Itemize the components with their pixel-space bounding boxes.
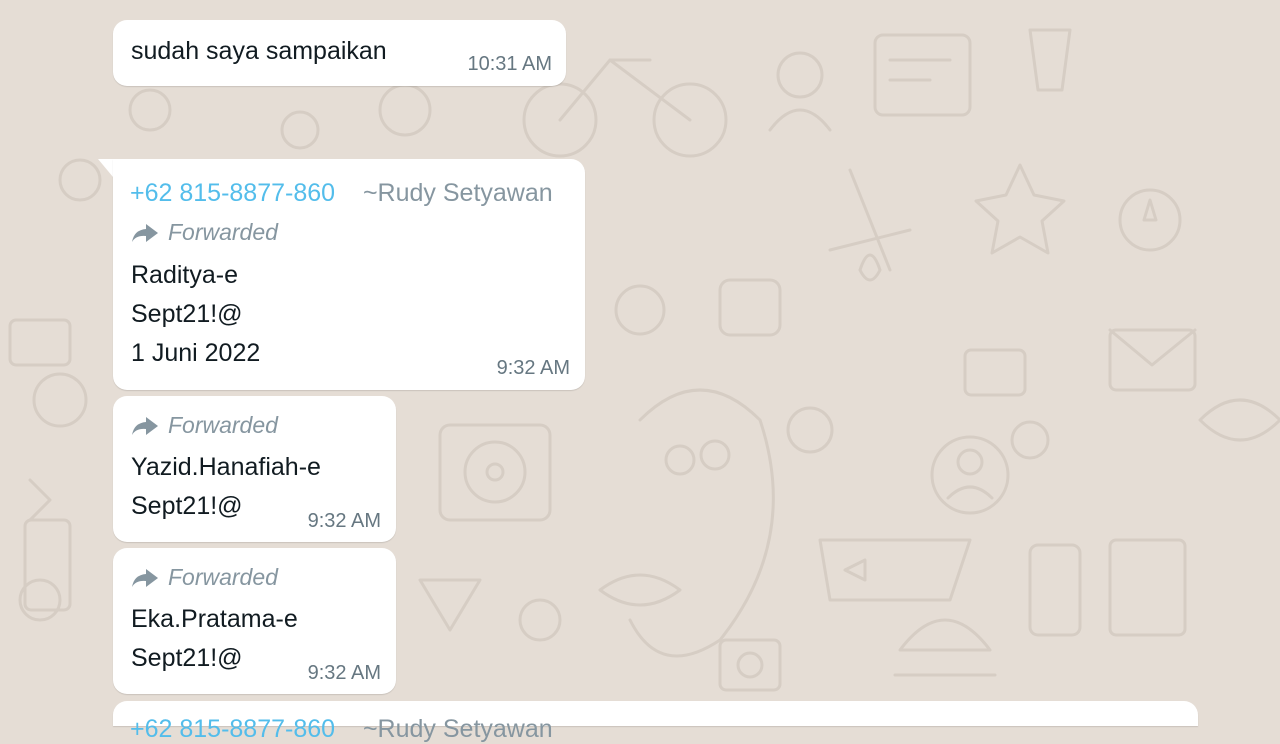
message-bubble[interactable]: +62 815-8877-860 ~Rudy Setyawan Forwarde…: [113, 159, 585, 390]
sender-phone[interactable]: +62 815-8877-860: [130, 179, 335, 207]
sender-name: ~Rudy Setyawan: [362, 715, 553, 743]
forwarded-text: Forwarded: [168, 564, 278, 590]
sender-name: ~Rudy Setyawan: [362, 179, 553, 207]
message-line: 1 Juni 2022: [131, 339, 261, 367]
message-timestamp: 9:32 AM: [307, 510, 381, 532]
forward-arrow-icon: [132, 416, 158, 435]
message-text: sudah saya sampaikan: [131, 37, 387, 65]
message-line: Sept21!@: [131, 644, 243, 672]
message-timestamp: 9:32 AM: [307, 662, 381, 684]
sender-phone[interactable]: +62 815-8877-860: [130, 715, 335, 743]
forward-arrow-icon: [132, 568, 158, 587]
message-line: Sept21!@: [131, 492, 243, 520]
forwarded-label: Forwarded: [130, 412, 278, 439]
message-line: Raditya-e: [131, 261, 238, 289]
sender-line: +62 815-8877-860 ~Rudy Setyawan: [130, 715, 553, 744]
message-line: Yazid.Hanafiah-e: [131, 453, 321, 481]
message-timestamp: 9:32 AM: [496, 357, 570, 379]
message-bubble[interactable]: +62 815-8877-860 ~Rudy Setyawan: [113, 701, 1198, 743]
message-timestamp: 10:31 AM: [467, 53, 552, 75]
message-bubble[interactable]: sudah saya sampaikan 10:31 AM: [113, 20, 566, 86]
forward-arrow-icon: [132, 223, 158, 242]
message-line: Eka.Pratama-e: [131, 605, 298, 633]
forwarded-label: Forwarded: [130, 564, 278, 591]
sender-line: +62 815-8877-860 ~Rudy Setyawan: [130, 179, 553, 208]
forwarded-text: Forwarded: [168, 412, 278, 438]
message-line: Sept21!@: [131, 300, 243, 328]
forwarded-label: Forwarded: [130, 219, 278, 246]
message-bubble[interactable]: Forwarded Eka.Pratama-e Sept21!@ 9:32 AM: [113, 548, 396, 694]
forwarded-text: Forwarded: [168, 219, 278, 245]
message-bubble[interactable]: Forwarded Yazid.Hanafiah-e Sept21!@ 9:32…: [113, 396, 396, 542]
